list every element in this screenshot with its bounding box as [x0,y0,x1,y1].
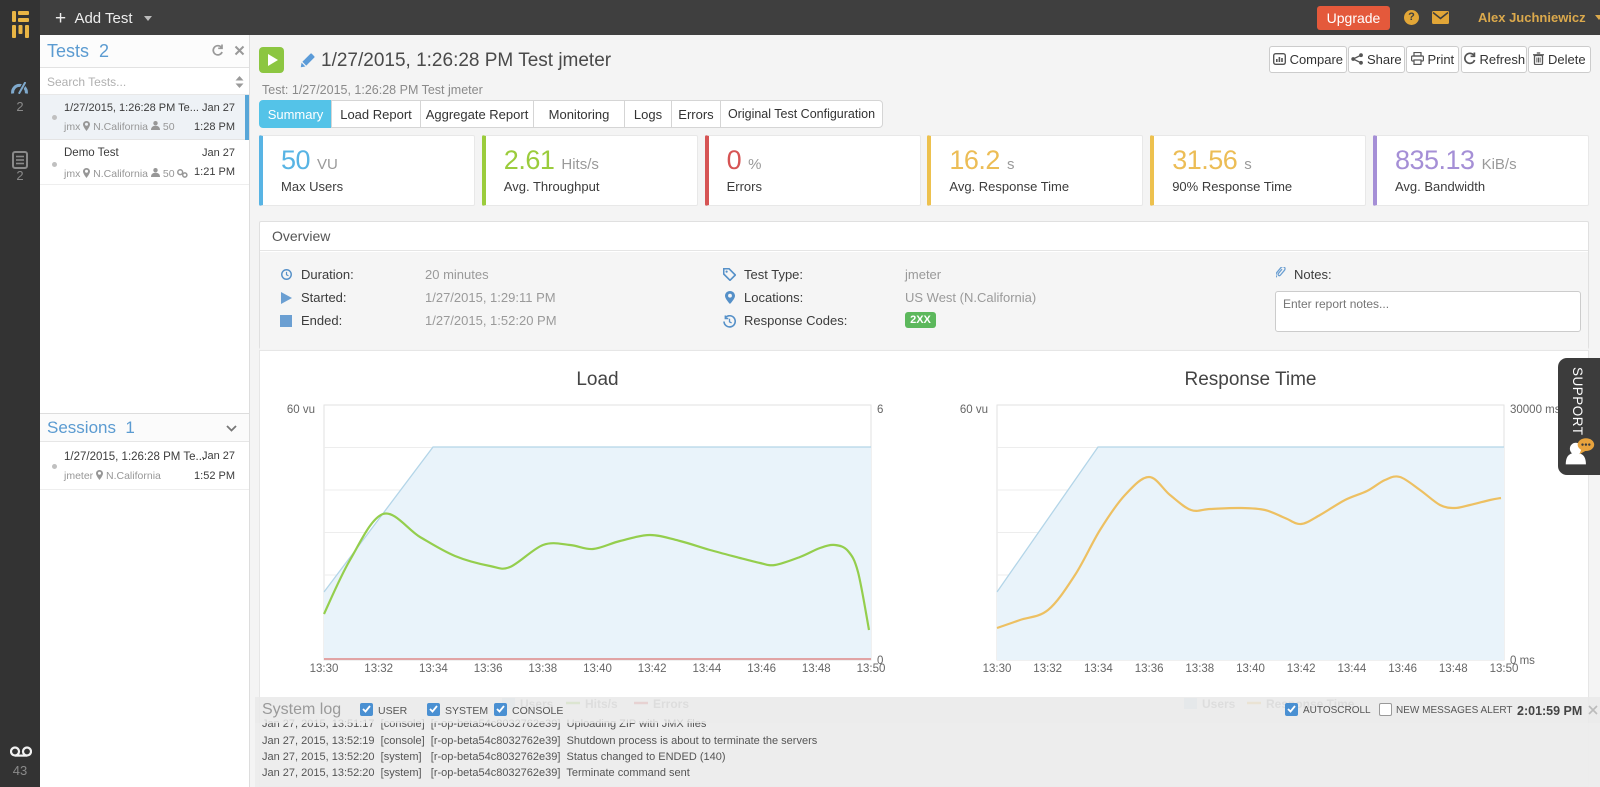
svg-text:13:50: 13:50 [1490,663,1519,675]
svg-text:13:46: 13:46 [1388,663,1417,675]
svg-text:13:38: 13:38 [528,663,557,675]
svg-text:13:42: 13:42 [638,663,667,675]
svg-text:30000 ms: 30000 ms [1510,404,1561,416]
svg-text:13:32: 13:32 [1033,663,1062,675]
svg-text:13:32: 13:32 [364,663,393,675]
svg-text:13:40: 13:40 [583,663,612,675]
svg-text:13:50: 13:50 [857,663,886,675]
svg-text:13:38: 13:38 [1185,663,1214,675]
svg-text:13:34: 13:34 [1084,663,1113,675]
svg-text:13:40: 13:40 [1236,663,1265,675]
svg-text:13:48: 13:48 [802,663,831,675]
svg-text:6: 6 [877,404,883,416]
svg-text:13:46: 13:46 [747,663,776,675]
svg-text:13:44: 13:44 [1338,663,1367,675]
svg-text:13:30: 13:30 [310,663,339,675]
svg-text:60 vu: 60 vu [287,404,315,416]
svg-text:13:36: 13:36 [1135,663,1164,675]
svg-text:13:48: 13:48 [1439,663,1468,675]
svg-text:13:44: 13:44 [693,663,722,675]
svg-text:13:34: 13:34 [419,663,448,675]
svg-text:60 vu: 60 vu [960,404,988,416]
svg-text:13:42: 13:42 [1287,663,1316,675]
svg-text:13:36: 13:36 [474,663,503,675]
svg-text:13:30: 13:30 [983,663,1012,675]
